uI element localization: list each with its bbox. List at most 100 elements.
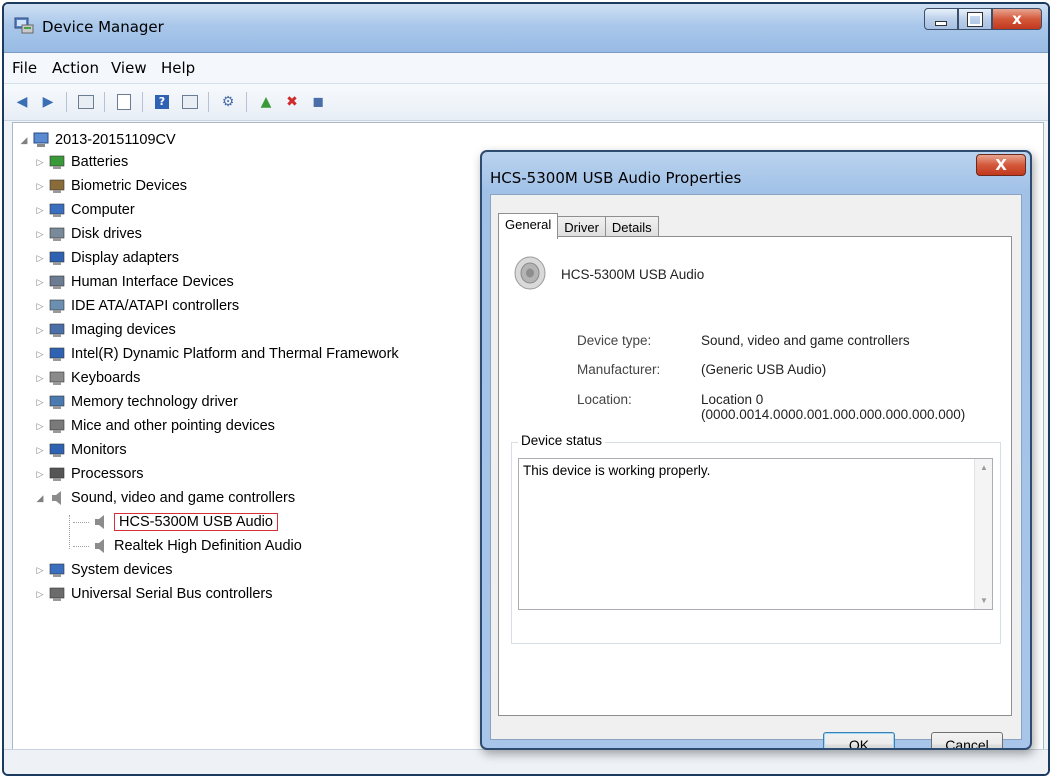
view-icon[interactable] [180,93,200,111]
camera-icon [48,322,66,338]
device-status-group: Device status This device is working pro… [511,433,1001,644]
tree-item[interactable]: ▷ IDE ATA/ATAPI controllers [35,295,240,317]
help-icon[interactable]: ? [152,93,172,111]
expand-icon[interactable]: ▷ [35,565,45,576]
tree-item[interactable]: ▷ Computer [35,199,135,221]
menu-action[interactable]: Action [52,59,99,77]
cancel-button[interactable]: Cancel [931,732,1003,748]
menu-view[interactable]: View [111,59,147,77]
ok-button[interactable]: OK [823,732,895,748]
tree-item[interactable]: ▷ Display adapters [35,247,179,269]
tree-item[interactable]: ◢ Sound, video and game controllers [35,487,296,509]
manufacturer-value: (Generic USB Audio) [701,362,827,377]
tree-item-label: Batteries [71,154,129,170]
tree-item-label: Memory technology driver [71,394,238,410]
tab-general[interactable]: General [498,213,559,239]
forward-icon[interactable]: ▶ [38,93,58,111]
device-type-label: Device type: [577,333,652,348]
expand-icon[interactable]: ▷ [35,253,45,264]
location-label: Location: [577,392,632,407]
selected-device-label: HCS-5300M USB Audio [114,513,278,531]
tree-item[interactable]: ▷ Human Interface Devices [35,271,234,293]
expand-icon[interactable]: ▷ [35,349,45,360]
tree-root[interactable]: ◢ 2013-20151109CV [19,129,176,151]
computer-icon [48,202,66,218]
dialog-body: General Driver Details HCS-5300M USB Aud… [490,194,1022,748]
expand-icon[interactable]: ▷ [35,445,45,456]
expand-icon[interactable]: ▷ [35,325,45,336]
tree-item-label: Human Interface Devices [71,274,234,290]
device-status-title: Device status [518,433,606,448]
expand-icon[interactable]: ▷ [35,301,45,312]
tree-item[interactable]: ▷ Biometric Devices [35,175,188,197]
close-button[interactable]: x [992,8,1042,30]
tree-item[interactable]: ▷ Processors [35,463,144,485]
tree-child-item[interactable]: HCS-5300M USB Audio [73,511,278,533]
tree-item[interactable]: ▷ Imaging devices [35,319,176,341]
fingerprint-icon [48,178,66,194]
tree-item[interactable]: ▷ Disk drives [35,223,142,245]
expand-icon[interactable]: ▷ [35,277,45,288]
properties-dialog: HCS-5300M USB Audio Properties X General… [480,150,1032,750]
expand-icon[interactable]: ▷ [35,205,45,216]
expand-icon[interactable]: ▷ [35,229,45,240]
speaker-icon [514,256,546,290]
tree-item[interactable]: ▷ Keyboards [35,367,141,389]
menu-file[interactable]: File [12,59,37,77]
device-status-box[interactable]: This device is working properly. ▲ ▼ [518,458,993,610]
status-scrollbar[interactable]: ▲ ▼ [974,459,992,609]
speaker-icon [91,538,109,554]
collapse-icon[interactable]: ◢ [19,135,29,146]
tree-item[interactable]: ▷ Mice and other pointing devices [35,415,275,437]
system-device-icon [48,562,66,578]
device-type-value: Sound, video and game controllers [701,333,910,348]
expand-icon[interactable]: ▷ [35,157,45,168]
dialog-close-button[interactable]: X [976,154,1026,176]
collapse-icon[interactable]: ◢ [35,493,45,504]
tree-item[interactable]: ▷ Batteries [35,151,129,173]
properties-icon[interactable] [114,93,134,111]
expand-icon[interactable]: ▷ [35,397,45,408]
keyboard-icon [48,370,66,386]
tree-root-label: 2013-20151109CV [55,132,176,148]
tree-child-item[interactable]: Realtek High Definition Audio [73,535,302,557]
battery-icon [48,154,66,170]
scroll-up-icon[interactable]: ▲ [980,463,988,472]
scan-hardware-icon[interactable]: ⚙ [218,93,238,111]
dialog-title: HCS-5300M USB Audio Properties [490,169,742,187]
tab-details[interactable]: Details [604,216,659,238]
device-name: HCS-5300M USB Audio [561,267,705,282]
tree-item[interactable]: ▷ Intel(R) Dynamic Platform and Thermal F… [35,343,399,365]
tree-item-label: Computer [71,202,135,218]
menu-help[interactable]: Help [161,59,195,77]
update-driver-icon[interactable]: ▲ [256,93,276,111]
minimize-button[interactable] [924,8,958,30]
tree-item-label: System devices [71,562,173,578]
back-icon[interactable]: ◀ [12,93,32,111]
tab-driver[interactable]: Driver [557,216,606,238]
tree-item[interactable]: ▷ System devices [35,559,173,581]
maximize-button[interactable] [958,8,992,30]
speaker-icon [91,514,109,530]
expand-icon[interactable]: ▷ [35,589,45,600]
show-hide-console-tree-icon[interactable] [76,93,96,111]
chip-icon [48,346,66,362]
tree-item[interactable]: ▷ Monitors [35,439,127,461]
expand-icon[interactable]: ▷ [35,469,45,480]
expand-icon[interactable]: ▷ [35,421,45,432]
title-bar[interactable]: Device Manager x [4,4,1048,53]
expand-icon[interactable]: ▷ [35,373,45,384]
scroll-down-icon[interactable]: ▼ [980,596,988,605]
tree-item-label: Processors [71,466,144,482]
uninstall-icon[interactable]: ✖ [282,93,302,111]
tree-item-label: Keyboards [71,370,141,386]
hid-icon [48,274,66,290]
tree-item[interactable]: ▷ Memory technology driver [35,391,238,413]
close-icon: X [995,156,1007,174]
ide-controller-icon [48,298,66,314]
tree-item-label: IDE ATA/ATAPI controllers [71,298,240,314]
tree-item-label: Biometric Devices [71,178,188,194]
disable-icon[interactable]: ◼ [308,93,328,111]
expand-icon[interactable]: ▷ [35,181,45,192]
tree-item[interactable]: ▷ Universal Serial Bus controllers [35,583,273,605]
